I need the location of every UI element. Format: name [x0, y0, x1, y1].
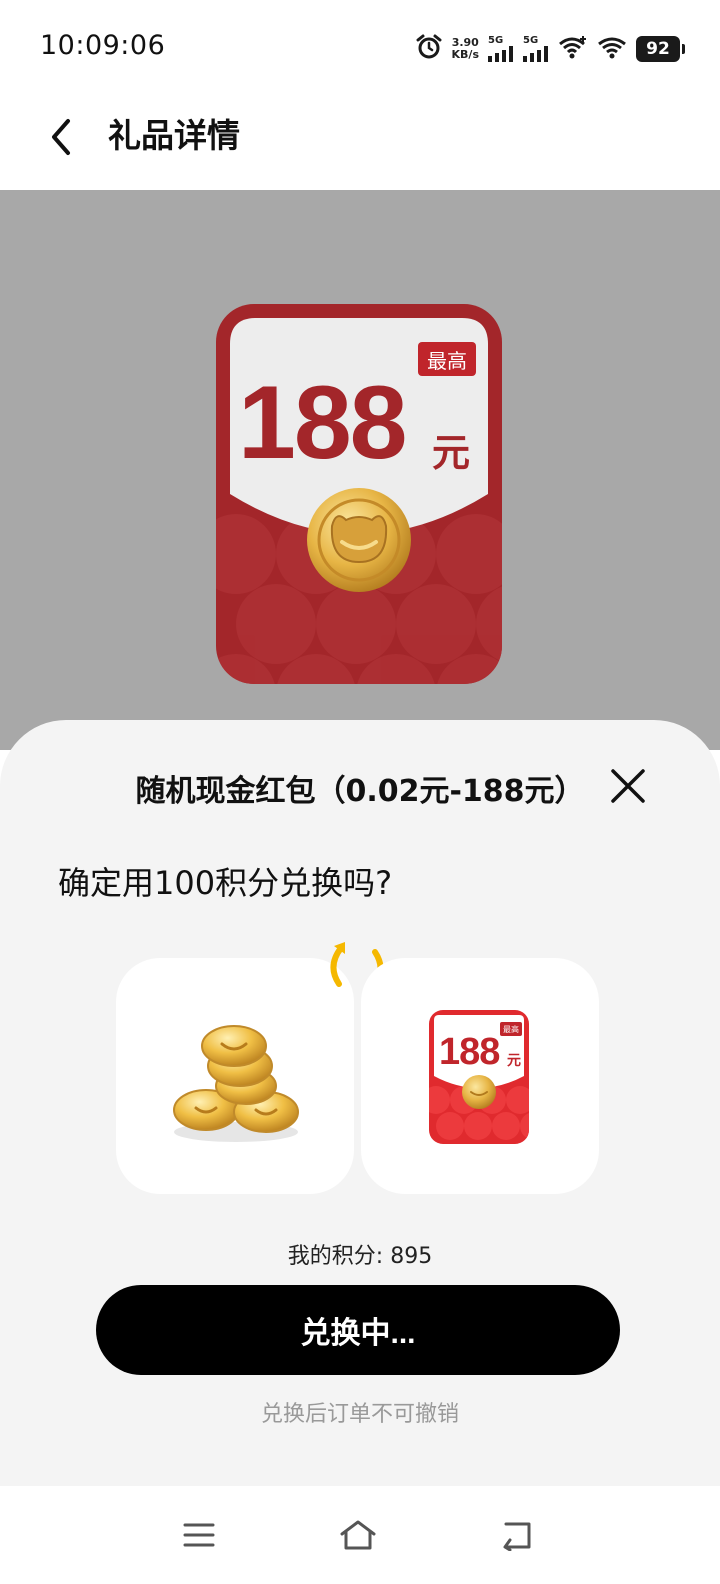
mini-unit: 元 [507, 1053, 521, 1069]
red-envelope-thumbnail [429, 1010, 529, 1144]
amount-number: 188 [238, 365, 408, 481]
close-icon [611, 769, 645, 803]
home-button[interactable] [333, 1510, 383, 1560]
amount-unit: 元 [432, 431, 471, 475]
exchange-footnote: 兑换后订单不可撤销 [260, 1402, 459, 1427]
red-envelope-card: 最高 188 元 [361, 958, 599, 1194]
status-icons: 3.90 KB/s 5G 5G 92 [415, 33, 685, 65]
max-amount: 188 [238, 365, 408, 481]
home-icon [340, 1520, 376, 1550]
max-badge-label: 最高 [427, 348, 467, 373]
status-bar: 10:09:06 3.90 KB/s 5G 5G 92 [0, 0, 720, 92]
net-speed-unit: KB/s [451, 48, 479, 61]
exchange-sheet: 随机现金红包（0.02元-188元） 确定用100积分兑换吗? 最高 188 元… [0, 720, 720, 1486]
gold-coins-image [173, 1025, 299, 1142]
mini-amount: 188 [439, 1031, 500, 1073]
status-time: 10:09:06 [40, 30, 166, 61]
sim1-signal: 5G [488, 36, 514, 62]
mini-max-badge: 最高 [500, 1022, 522, 1036]
mini-max-badge-label: 最高 [503, 1024, 519, 1034]
signal-icon [523, 46, 548, 62]
max-badge: 最高 [418, 342, 476, 376]
exchange-button[interactable]: 兑换中... [96, 1285, 620, 1375]
sim1-label: 5G [488, 35, 504, 46]
my-points: 我的积分: 895 [287, 1244, 433, 1269]
sim2-signal: 5G [523, 36, 549, 62]
confirm-question: 确定用100积分兑换吗? [58, 864, 393, 902]
menu-icon [183, 1523, 215, 1547]
back-button[interactable] [36, 112, 86, 162]
back-nav-button[interactable] [492, 1510, 542, 1560]
signal-icon [488, 46, 513, 62]
return-icon [503, 1522, 531, 1551]
points-card [116, 958, 354, 1194]
battery-icon: 92 [636, 36, 685, 62]
wifi-plus-icon [558, 35, 588, 63]
gift-hero: 最高 188 元 [0, 190, 720, 750]
page-title: 礼品详情 [108, 116, 240, 155]
alarm-icon [415, 33, 443, 65]
sim2-label: 5G [523, 35, 539, 46]
page-header: 礼品详情 [0, 92, 720, 190]
net-speed: 3.90 KB/s [452, 37, 479, 61]
system-nav-bar [0, 1486, 720, 1584]
wifi-icon [597, 35, 627, 63]
close-button[interactable] [608, 766, 648, 806]
menu-button[interactable] [174, 1510, 224, 1560]
chevron-left-icon [52, 119, 70, 155]
